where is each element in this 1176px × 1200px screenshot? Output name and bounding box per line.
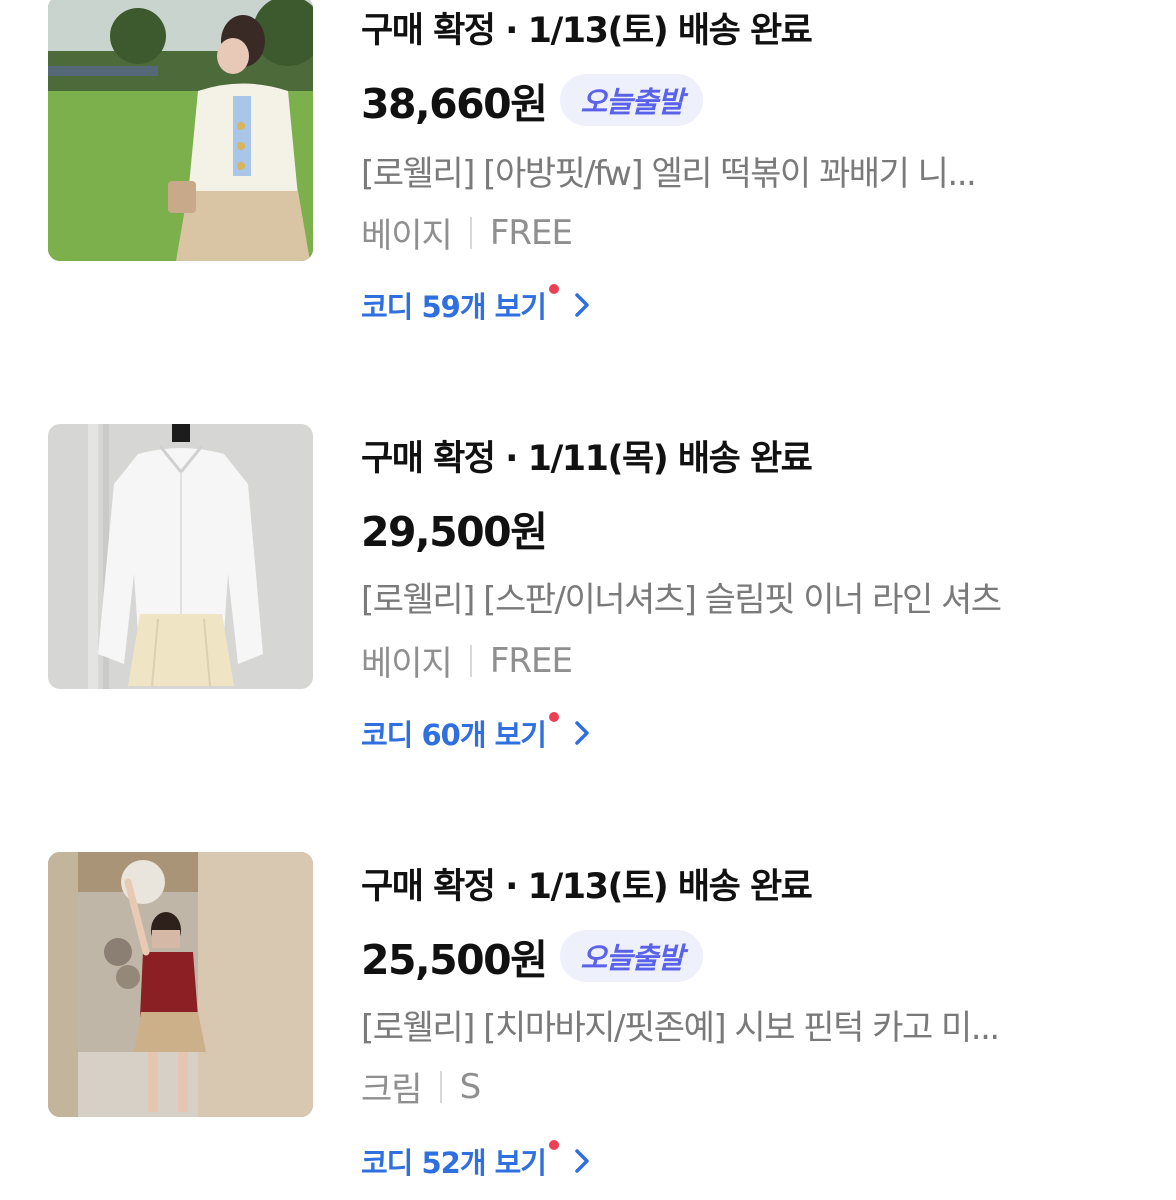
skirt-outfit-photo-icon bbox=[48, 852, 313, 1117]
option-size: FREE bbox=[489, 212, 573, 253]
product-thumbnail[interactable] bbox=[48, 424, 313, 689]
same-day-shipping-badge: 오늘출발 bbox=[560, 930, 704, 982]
product-name[interactable]: [로웰리] [치마바지/핏존예] 시보 핀턱 카고 미... bbox=[361, 1000, 1091, 1049]
option-divider bbox=[469, 216, 472, 249]
order-status: 구매 확정 · 1/13(토) 배송 완료 bbox=[361, 867, 813, 907]
coordi-link-label: 코디 52개 보기 bbox=[361, 1146, 547, 1180]
product-name[interactable]: [로웰리] [아방핏/fw] 엘리 떡볶이 꽈배기 니... bbox=[361, 146, 1091, 195]
option-divider bbox=[469, 644, 472, 677]
product-name[interactable]: [로웰리] [스판/이너셔츠] 슬림핏 이너 라인 셔츠 bbox=[361, 572, 1091, 621]
chevron-right-icon bbox=[575, 721, 589, 745]
price-row: 25,500원 오늘출발 bbox=[361, 926, 704, 986]
coordi-link[interactable]: 코디 60개 보기 bbox=[361, 712, 591, 754]
option-color: 크림 bbox=[361, 1070, 423, 1110]
chevron-right-icon bbox=[575, 293, 589, 317]
price: 29,500원 bbox=[361, 508, 548, 556]
option-color: 베이지 bbox=[361, 644, 453, 684]
product-option: 베이지 FREE bbox=[361, 208, 573, 257]
order-status: 구매 확정 · 1/11(목) 배송 완료 bbox=[361, 439, 813, 479]
option-color: 베이지 bbox=[361, 216, 453, 256]
order-item[interactable]: 구매 확정 · 1/13(토) 배송 완료 38,660원 오늘출발 [로웰리]… bbox=[0, 0, 1176, 330]
coordi-link[interactable]: 코디 52개 보기 bbox=[361, 1140, 591, 1182]
new-dot-icon bbox=[548, 1140, 559, 1150]
order-item[interactable]: 구매 확정 · 1/13(토) 배송 완료 25,500원 오늘출발 [로웰리]… bbox=[0, 852, 1176, 1186]
price: 38,660원 bbox=[361, 80, 548, 128]
new-dot-icon bbox=[548, 712, 559, 722]
coordi-link[interactable]: 코디 59개 보기 bbox=[361, 284, 591, 326]
option-divider bbox=[439, 1070, 442, 1103]
white-shirt-mannequin-photo-icon bbox=[48, 424, 313, 689]
same-day-shipping-badge: 오늘출발 bbox=[560, 74, 704, 126]
new-dot-icon bbox=[548, 284, 559, 294]
price-row: 29,500원 bbox=[361, 498, 548, 558]
product-option: 크림 S bbox=[361, 1062, 482, 1111]
price-row: 38,660원 오늘출발 bbox=[361, 70, 704, 130]
chevron-right-icon bbox=[575, 1149, 589, 1173]
option-size: S bbox=[459, 1066, 482, 1107]
order-item[interactable]: 구매 확정 · 1/11(목) 배송 완료 29,500원 [로웰리] [스판/… bbox=[0, 424, 1176, 758]
product-option: 베이지 FREE bbox=[361, 636, 573, 685]
product-thumbnail[interactable] bbox=[48, 0, 313, 261]
price: 25,500원 bbox=[361, 936, 548, 984]
coordi-link-label: 코디 59개 보기 bbox=[361, 290, 547, 324]
coordi-link-label: 코디 60개 보기 bbox=[361, 718, 547, 752]
option-size: FREE bbox=[489, 640, 573, 681]
order-status: 구매 확정 · 1/13(토) 배송 완료 bbox=[361, 11, 813, 51]
product-thumbnail[interactable] bbox=[48, 852, 313, 1117]
cardigan-outfit-photo-icon bbox=[48, 0, 313, 261]
